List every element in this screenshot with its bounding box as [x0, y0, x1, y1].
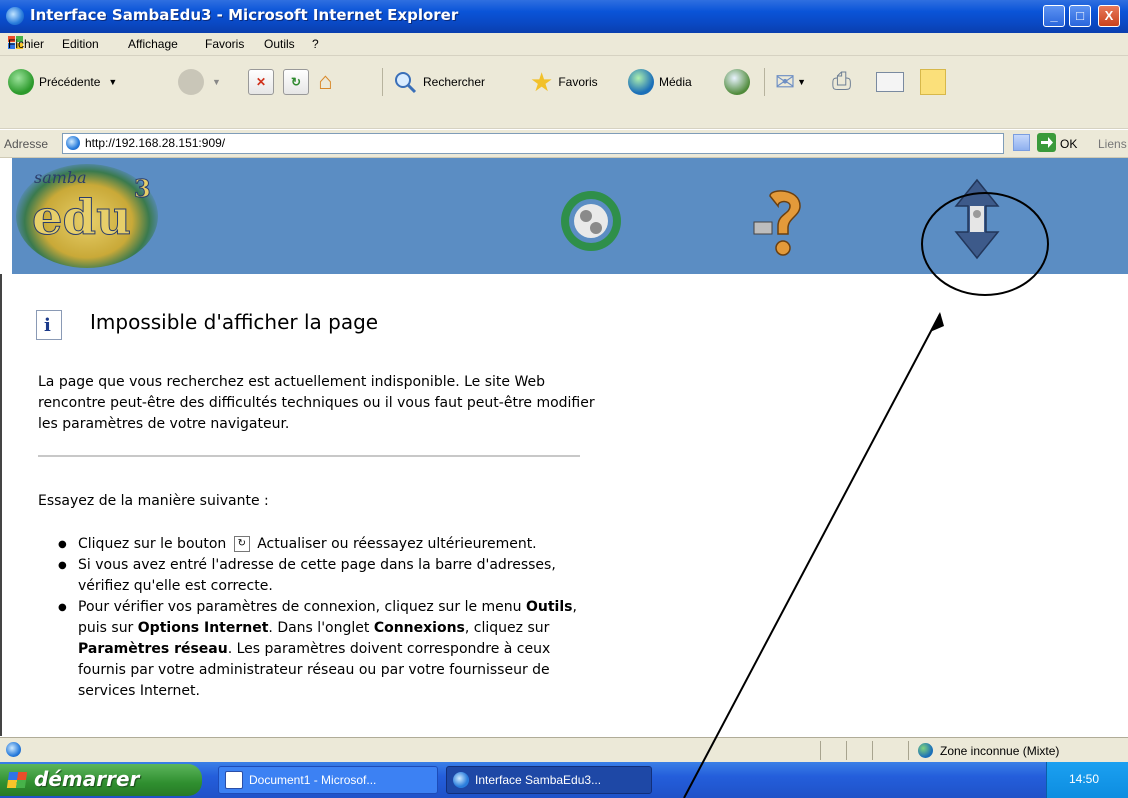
error-intro: La page que vous recherchez est actuelle…: [38, 374, 595, 432]
search-icon: [395, 72, 417, 94]
status-divider: [846, 741, 847, 760]
error-title: Impossible d'afficher la page: [90, 310, 379, 334]
menu-help[interactable]: ?: [312, 37, 319, 51]
address-label: Adresse: [4, 137, 49, 151]
frame-border: [0, 274, 2, 736]
home-icon: ⌂: [318, 68, 333, 95]
refresh-icon: ↻: [283, 69, 309, 95]
star-icon: ★: [530, 66, 554, 97]
print-button[interactable]: ⎙: [832, 62, 851, 102]
close-button[interactable]: X: [1098, 5, 1120, 27]
divider: [38, 455, 580, 457]
page-status-icon: [6, 742, 21, 757]
toolbar: Précédente ▼ ▼ ✕ ↻ ⌂ Rechercher ★ Favori…: [0, 56, 1128, 129]
windows-flag-icon: [6, 772, 28, 788]
menu-fichier[interactable]: Fichier: [8, 37, 44, 51]
media-button[interactable]: Média: [628, 62, 692, 102]
page-icon: [66, 136, 80, 150]
help-question-icon[interactable]: [750, 186, 812, 260]
taskbar-item-sambaedu[interactable]: Interface SambaEdu3...: [446, 766, 652, 794]
list-item: Pour vérifier vos paramètres de connexio…: [58, 597, 598, 702]
try-heading: Essayez de la manière suivante :: [38, 493, 269, 509]
print-icon: ⎙: [832, 68, 852, 95]
sambaedu-logo: samba edu 3: [16, 164, 158, 268]
forward-button[interactable]: ▼: [178, 62, 221, 102]
status-divider: [820, 741, 821, 760]
taskbar-item-document1[interactable]: Document1 - Microsof...: [218, 766, 438, 794]
address-url: http://192.168.28.151:909/: [85, 136, 226, 150]
security-zone: Zone inconnue (Mixte): [940, 744, 1060, 758]
taskbar: démarrer Document1 - Microsof... Interfa…: [0, 762, 1128, 798]
search-button[interactable]: Rechercher: [392, 62, 485, 102]
go-button-label[interactable]: OK: [1060, 137, 1077, 151]
history-button[interactable]: [724, 62, 750, 102]
list-item: Cliquez sur le bouton ↻ Actualiser ou ré…: [58, 534, 598, 555]
menu-affichage[interactable]: Affichage: [128, 37, 178, 51]
status-bar: Zone inconnue (Mixte): [0, 737, 1128, 763]
forward-arrow-icon: [178, 69, 204, 95]
page-viewport: samba edu 3 i Impossible d'afficher la p…: [0, 158, 1128, 736]
address-dropdown-button[interactable]: [1013, 134, 1030, 151]
go-arrow-icon[interactable]: [1037, 133, 1056, 152]
refresh-icon: ↻: [233, 536, 250, 552]
suggestion-list: Cliquez sur le bouton ↻ Actualiser ou ré…: [58, 534, 598, 702]
up-down-arrow-icon[interactable]: [952, 178, 1002, 260]
minimize-button[interactable]: _: [1043, 5, 1065, 27]
menu-bar: Fichier Edition Affichage Favoris Outils…: [0, 33, 1128, 56]
status-divider: [872, 741, 873, 760]
system-tray: 14:50: [1046, 762, 1128, 798]
favorites-button[interactable]: ★ Favoris: [530, 62, 598, 102]
sambaedu-banner: samba edu 3: [12, 158, 1128, 274]
mail-button[interactable]: ✉ ▼: [775, 62, 806, 102]
back-button[interactable]: Précédente ▼: [8, 62, 117, 102]
info-icon: i: [36, 310, 62, 340]
toolbar-separator: [764, 68, 765, 96]
start-button[interactable]: démarrer: [0, 764, 202, 796]
ie-icon: [6, 7, 24, 25]
menu-outils[interactable]: Outils: [264, 37, 295, 51]
menu-edition[interactable]: Edition: [62, 37, 99, 51]
media-icon: [628, 69, 654, 95]
stop-button[interactable]: ✕: [248, 62, 274, 102]
refresh-button[interactable]: ↻: [283, 62, 309, 102]
address-bar: Adresse http://192.168.28.151:909/ OK Li…: [0, 130, 1128, 158]
edit-icon: [876, 72, 904, 92]
mail-icon: ✉: [775, 68, 796, 96]
links-label[interactable]: Liens: [1098, 137, 1127, 151]
toolbar-separator: [382, 68, 383, 96]
address-input[interactable]: http://192.168.28.151:909/: [62, 133, 1004, 154]
messenger-button[interactable]: [920, 62, 946, 102]
globe-icon: [918, 743, 933, 758]
home-button[interactable]: ⌂: [318, 62, 333, 102]
title-bar[interactable]: Interface SambaEdu3 - Microsoft Internet…: [0, 0, 1128, 33]
history-icon: [724, 69, 750, 95]
menu-favoris[interactable]: Favoris: [205, 37, 244, 51]
chevron-down-icon: ▼: [212, 77, 221, 87]
back-arrow-icon: [8, 69, 34, 95]
edit-button[interactable]: [876, 62, 904, 102]
status-divider: [908, 741, 909, 760]
ie-icon: [453, 772, 469, 788]
maximize-button[interactable]: □: [1069, 5, 1091, 27]
list-item: Si vous avez entré l'adresse de cette pa…: [58, 555, 598, 597]
window-title: Interface SambaEdu3 - Microsoft Internet…: [30, 6, 459, 24]
chevron-down-icon: ▼: [797, 77, 807, 87]
stop-icon: ✕: [248, 69, 274, 95]
chevron-down-icon: ▼: [108, 77, 118, 87]
at-users-icon[interactable]: [558, 188, 624, 254]
note-icon: [920, 69, 946, 95]
word-icon: [225, 771, 243, 789]
clock: 14:50: [1069, 772, 1100, 786]
